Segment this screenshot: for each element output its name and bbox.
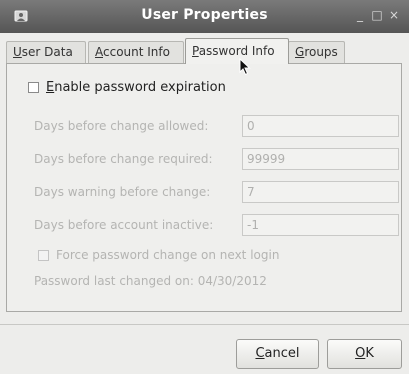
- enable-expiration-label: Enable password expiration: [46, 80, 226, 95]
- ok-label: K: [365, 346, 374, 361]
- days-before-change-required-row: Days before change required:: [34, 148, 409, 172]
- force-password-change-checkbox[interactable]: [38, 249, 49, 261]
- tab-groups-label: roups: [304, 45, 338, 59]
- tab-account-info-mnemonic: A: [95, 45, 103, 59]
- tab-groups[interactable]: Groups: [288, 41, 345, 63]
- user-properties-window: User Properties _ □ × User Data Account …: [0, 0, 409, 374]
- close-button[interactable]: ×: [387, 7, 401, 23]
- days-before-change-allowed-label: Days before change allowed:: [34, 119, 209, 133]
- enable-expiration-checkbox[interactable]: [28, 82, 39, 93]
- days-warning-before-change-input[interactable]: [242, 181, 399, 203]
- ok-button[interactable]: OK: [327, 339, 402, 369]
- tab-user-data-label: ser Data: [21, 45, 73, 59]
- days-before-change-required-input[interactable]: [242, 148, 399, 170]
- mouse-cursor-icon: [239, 58, 251, 76]
- maximize-button[interactable]: □: [370, 7, 384, 23]
- days-warning-before-change-row: Days warning before change:: [34, 181, 409, 205]
- tab-groups-mnemonic: G: [295, 45, 305, 59]
- tab-user-data[interactable]: User Data: [6, 41, 86, 63]
- tab-password-info-label: assword Info: [198, 44, 275, 58]
- days-before-account-inactive-row: Days before account inactive:: [34, 214, 409, 238]
- minimize-button[interactable]: _: [353, 7, 367, 23]
- password-info-panel: Enable password expiration Days before c…: [6, 63, 402, 312]
- cancel-button[interactable]: Cancel: [236, 339, 319, 369]
- enable-expiration-checkbox-row[interactable]: Enable password expiration: [28, 80, 226, 95]
- force-password-change-label: Force password change on next login: [56, 248, 280, 262]
- window-title: User Properties: [141, 7, 268, 23]
- tab-password-info-mnemonic: P: [192, 44, 199, 58]
- tab-user-data-mnemonic: U: [13, 45, 22, 59]
- footer-separator: [0, 324, 409, 325]
- enable-expiration-text: nable password expiration: [54, 80, 226, 95]
- days-before-account-inactive-label: Days before account inactive:: [34, 218, 214, 232]
- days-before-change-required-label: Days before change required:: [34, 152, 213, 166]
- days-before-change-allowed-input[interactable]: [242, 115, 399, 137]
- days-warning-before-change-label: Days warning before change:: [34, 185, 211, 199]
- tab-account-info-label: ccount Info: [103, 45, 170, 59]
- title-bar[interactable]: User Properties _ □ ×: [0, 0, 409, 33]
- days-before-account-inactive-input[interactable]: [242, 214, 399, 236]
- force-password-change-row[interactable]: Force password change on next login: [38, 248, 279, 262]
- cancel-mnemonic: C: [255, 346, 265, 361]
- days-before-change-allowed-row: Days before change allowed:: [34, 115, 409, 139]
- tab-account-info[interactable]: Account Info: [88, 41, 184, 63]
- password-last-changed-text: Password last changed on: 04/30/2012: [34, 274, 267, 288]
- tab-bar: User Data Account Info Password Info Gro…: [6, 38, 409, 64]
- ok-mnemonic: O: [355, 346, 366, 361]
- enable-expiration-mnemonic: E: [46, 80, 55, 95]
- cancel-label: ancel: [264, 346, 300, 361]
- tab-password-info[interactable]: Password Info: [185, 38, 289, 64]
